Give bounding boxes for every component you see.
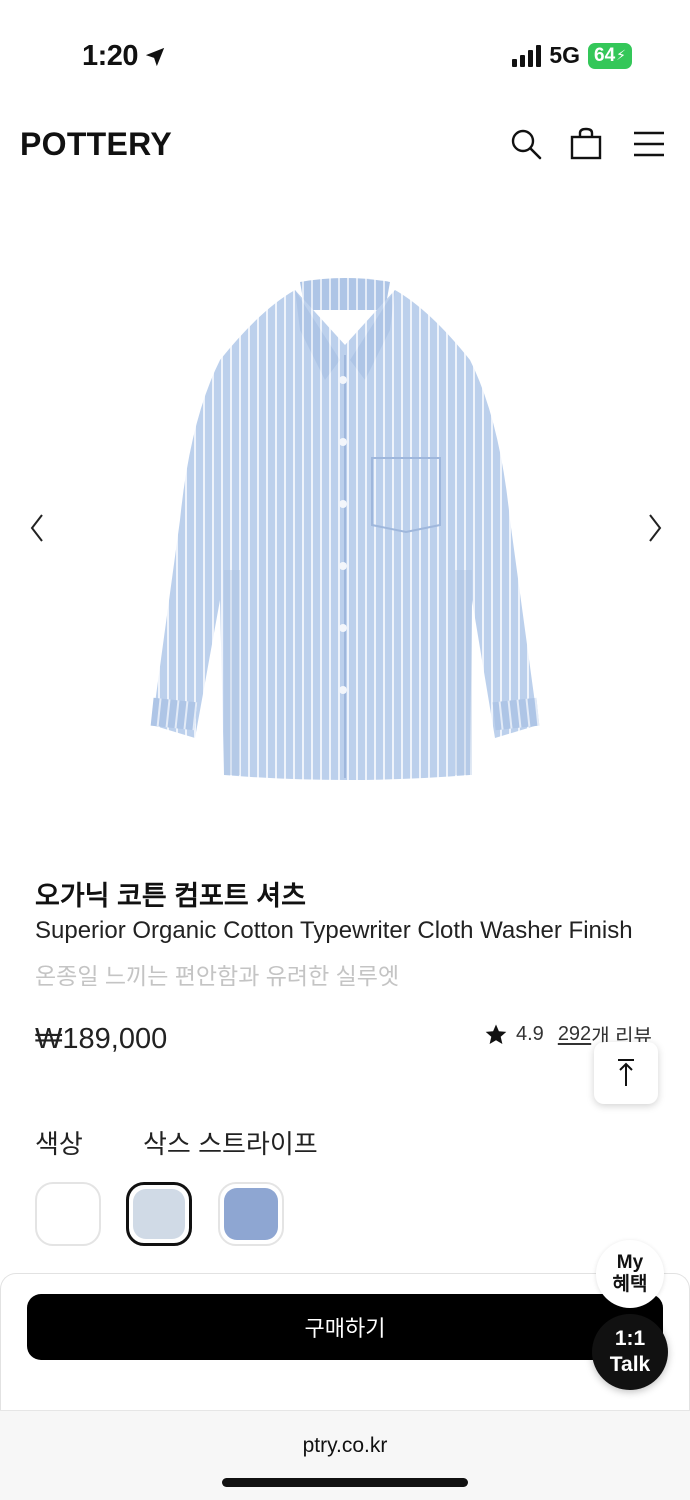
- scroll-to-top-button[interactable]: [594, 1042, 658, 1104]
- product-price: ₩189,000: [35, 1023, 168, 1055]
- color-swatch-sax-stripe[interactable]: [126, 1182, 192, 1246]
- bag-icon[interactable]: [568, 126, 604, 162]
- talk-line2: Talk: [609, 1353, 651, 1376]
- status-time: 1:20: [82, 40, 166, 73]
- my-benefit-line1: My: [616, 1252, 644, 1273]
- product-subtitle: Superior Organic Cotton Typewriter Cloth…: [35, 917, 633, 944]
- home-indicator: [222, 1478, 468, 1487]
- clock: 1:20: [82, 40, 139, 72]
- selected-color-name: 삭스 스트라이프: [143, 1129, 318, 1159]
- color-option-label: 색상: [35, 1129, 83, 1159]
- battery-icon: 64 ⚡: [588, 42, 632, 69]
- product-image[interactable]: [140, 270, 550, 790]
- site-logo[interactable]: POTTERY: [20, 126, 172, 163]
- color-swatch-white[interactable]: [35, 1182, 101, 1246]
- rating-value: 4.9: [516, 1023, 544, 1045]
- review-count-link[interactable]: 292: [558, 1023, 591, 1046]
- my-benefit-line2: 혜택: [612, 1274, 648, 1295]
- my-benefit-button[interactable]: My 혜택: [596, 1240, 664, 1308]
- location-arrow-icon: [145, 47, 165, 66]
- talk-button[interactable]: 1:1 Talk: [592, 1314, 668, 1390]
- product-description: 온종일 느끼는 편안함과 유려한 실루엣: [35, 963, 400, 989]
- buy-button[interactable]: 구매하기: [27, 1294, 663, 1360]
- next-image-arrow[interactable]: [640, 508, 670, 548]
- signal-icon: [512, 44, 542, 67]
- product-title: 오가닉 코튼 컴포트 셔츠: [35, 881, 306, 911]
- color-swatch-blue[interactable]: [218, 1182, 284, 1246]
- network-type: 5G: [549, 42, 581, 68]
- url-text[interactable]: ptry.co.kr: [0, 1434, 690, 1458]
- previous-image-arrow[interactable]: [22, 508, 52, 548]
- battery-level: 64: [594, 44, 616, 66]
- talk-line1: 1:1: [614, 1327, 646, 1350]
- search-icon[interactable]: [508, 126, 544, 162]
- arrow-up-icon: [618, 1059, 634, 1086]
- status-indicators: 5G 64 ⚡: [512, 42, 632, 69]
- menu-icon[interactable]: [631, 126, 667, 162]
- star-icon: [485, 1024, 507, 1044]
